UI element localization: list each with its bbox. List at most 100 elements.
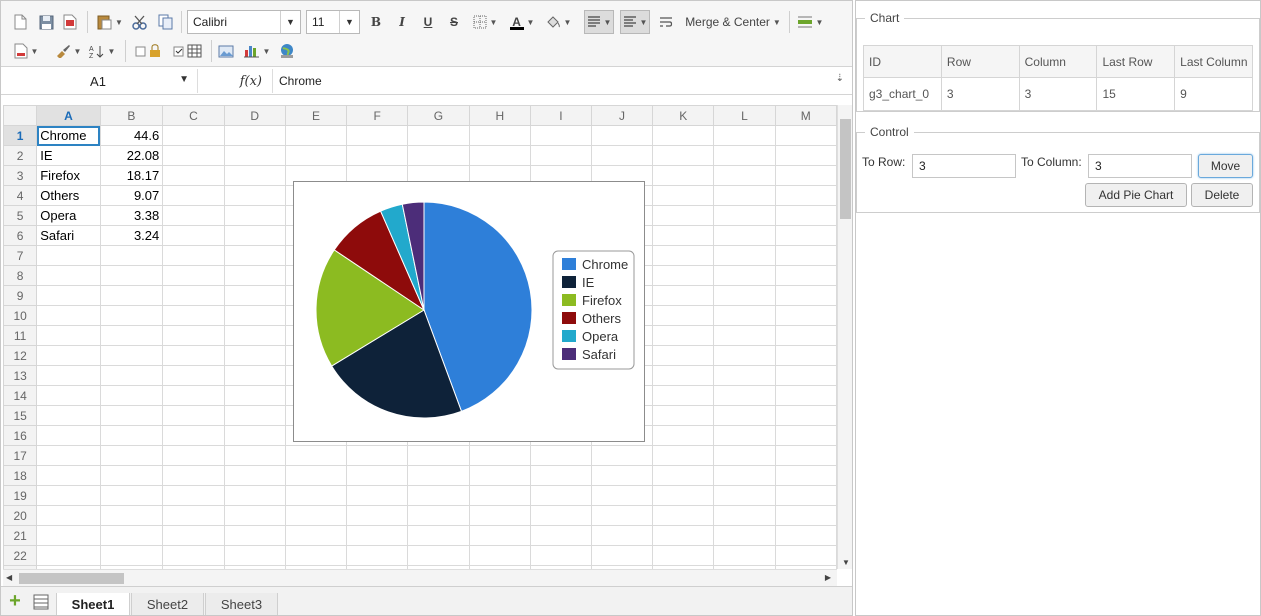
row-header[interactable]: 11 [3, 325, 38, 346]
cell[interactable]: 3.38 [99, 205, 164, 226]
cell[interactable] [590, 465, 654, 486]
cell[interactable] [36, 265, 101, 286]
cell[interactable] [284, 525, 348, 546]
row-header[interactable]: 1 [3, 125, 38, 146]
cell[interactable] [407, 465, 470, 486]
cell[interactable] [774, 545, 837, 566]
column-header[interactable]: I [529, 105, 592, 126]
cell[interactable] [529, 125, 592, 146]
format-painter-button[interactable]: ▼ [53, 41, 83, 61]
cell[interactable] [407, 545, 470, 566]
cell[interactable] [774, 145, 837, 166]
add-sheet-icon[interactable]: + [7, 591, 23, 611]
cell[interactable] [652, 125, 715, 146]
cell[interactable] [162, 365, 225, 386]
cell[interactable] [99, 325, 164, 346]
cell[interactable] [774, 465, 837, 486]
cell[interactable] [36, 545, 101, 566]
cell[interactable] [713, 425, 776, 446]
column-header[interactable]: A [36, 105, 101, 126]
cell[interactable] [652, 225, 715, 246]
cell[interactable] [529, 145, 592, 166]
cell[interactable] [162, 165, 225, 186]
cell[interactable] [162, 485, 225, 506]
cell[interactable]: Safari [36, 225, 101, 246]
cell[interactable] [407, 445, 470, 466]
column-header[interactable]: D [223, 105, 286, 126]
cell[interactable] [223, 325, 286, 346]
column-header[interactable]: J [590, 105, 654, 126]
cell[interactable] [652, 165, 715, 186]
cell[interactable] [162, 385, 225, 406]
to-column-input[interactable]: 3 [1088, 154, 1192, 178]
cell[interactable]: 22.08 [99, 145, 164, 166]
cell[interactable] [346, 465, 409, 486]
table-button[interactable] [171, 41, 205, 61]
vertical-scrollbar[interactable]: ▼ [837, 105, 852, 569]
cell[interactable] [99, 425, 164, 446]
cell[interactable] [407, 485, 470, 506]
vertical-align-button[interactable]: ▼ [584, 10, 614, 34]
merge-center-button[interactable]: Merge & Center ▼ [681, 12, 785, 32]
cell[interactable] [713, 405, 776, 426]
cell[interactable] [223, 425, 286, 446]
cell[interactable] [652, 185, 715, 206]
cell[interactable] [284, 125, 348, 146]
cell[interactable] [713, 225, 776, 246]
cell[interactable] [529, 545, 592, 566]
wrap-text-button[interactable] [657, 12, 675, 32]
row-header[interactable]: 13 [3, 365, 38, 386]
clear-button[interactable]: ▼ [11, 41, 41, 61]
cell[interactable] [468, 125, 531, 146]
cell[interactable] [652, 545, 715, 566]
cut-icon[interactable] [129, 12, 149, 32]
cell[interactable] [407, 525, 470, 546]
cell[interactable] [36, 305, 101, 326]
cell[interactable] [713, 545, 776, 566]
cell[interactable] [652, 285, 715, 306]
cell[interactable] [223, 465, 286, 486]
cell[interactable] [36, 485, 101, 506]
cell[interactable] [774, 265, 837, 286]
cell[interactable] [468, 145, 531, 166]
cell[interactable] [713, 465, 776, 486]
cell[interactable] [590, 485, 654, 506]
cell[interactable] [713, 305, 776, 326]
cell[interactable] [223, 145, 286, 166]
pie-chart[interactable]: Chrome IE Firefox Others Opera Safari [293, 181, 645, 442]
cell[interactable] [99, 485, 164, 506]
cell[interactable]: Opera [36, 205, 101, 226]
row-header[interactable]: 7 [3, 245, 38, 266]
font-color-button[interactable]: A ▼ [506, 11, 538, 33]
cell[interactable] [284, 485, 348, 506]
fill-color-button[interactable]: ▼ [543, 12, 573, 32]
cell[interactable] [713, 245, 776, 266]
column-header[interactable]: B [99, 105, 164, 126]
new-file-icon[interactable] [11, 12, 29, 32]
cell[interactable] [223, 165, 286, 186]
row-header[interactable]: 15 [3, 405, 38, 426]
cell[interactable] [223, 385, 286, 406]
cell[interactable] [713, 205, 776, 226]
cell[interactable] [652, 345, 715, 366]
cell[interactable] [162, 405, 225, 426]
font-size-select[interactable]: 11 ▼ [306, 10, 360, 34]
to-row-input[interactable]: 3 [912, 154, 1016, 178]
row-header[interactable]: 9 [3, 285, 38, 306]
vertical-scroll-thumb[interactable] [840, 119, 851, 219]
cell[interactable] [652, 145, 715, 166]
cell[interactable] [652, 505, 715, 526]
cell[interactable] [162, 525, 225, 546]
cell[interactable] [99, 265, 164, 286]
cell[interactable] [590, 505, 654, 526]
strikethrough-button[interactable]: S [445, 12, 463, 32]
cell[interactable] [529, 485, 592, 506]
row-header[interactable]: 14 [3, 385, 38, 406]
cell[interactable] [284, 505, 348, 526]
name-box[interactable]: A1 ▼ [3, 69, 193, 93]
insert-row-button[interactable]: ▼ [795, 12, 825, 32]
cell[interactable] [346, 485, 409, 506]
insert-chart-button[interactable]: ▼ [241, 41, 273, 61]
cell[interactable] [346, 445, 409, 466]
cell[interactable]: Firefox [36, 165, 101, 186]
